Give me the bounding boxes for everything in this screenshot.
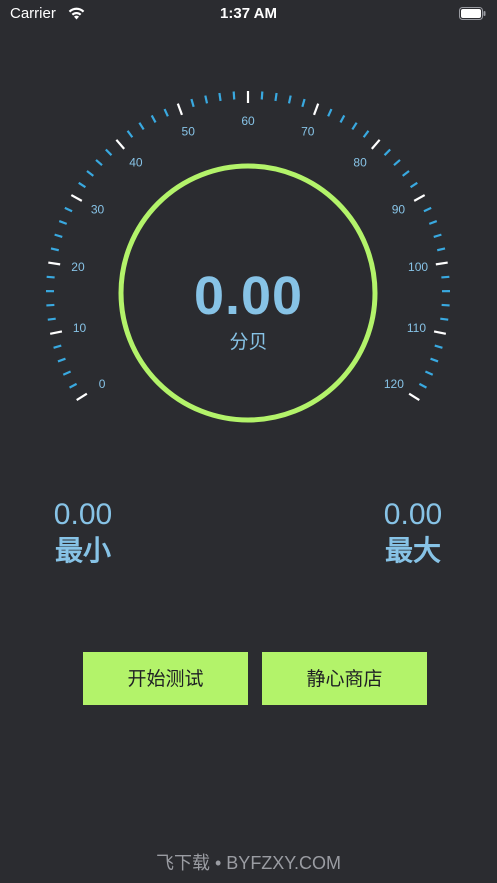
gauge-minor-tick [54,233,63,238]
gauge-major-tick [408,392,420,401]
gauge-minor-tick [58,220,68,225]
gauge-minor-tick [327,108,333,117]
decibel-unit: 分贝 [229,332,268,353]
gauge-minor-tick [351,122,358,131]
gauge-tick-label: 30 [91,203,105,217]
gauge-minor-tick [428,220,438,225]
min-stat: 0.00 最小 [45,497,121,569]
gauge-tick-label: 60 [241,114,255,128]
gauge-minor-tick [362,130,370,138]
gauge-major-tick [76,392,88,401]
gauge-minor-tick [274,92,278,102]
decibel-gauge: 0102030405060708090100110120 [45,91,451,423]
max-stat: 0.00 最大 [375,497,451,569]
gauge-minor-tick [218,92,222,102]
gauge-minor-tick [50,247,60,252]
gauge-tick-label: 120 [384,377,404,391]
gauge-minor-tick [339,114,346,123]
gauge-minor-tick [383,148,391,156]
gauge-minor-tick [424,370,434,376]
gauge-minor-tick [64,206,73,213]
max-label: 最大 [384,535,441,566]
gauge-tick-label: 70 [301,125,315,139]
gauge-minor-tick [423,206,432,213]
gauge-major-tick [115,139,126,150]
gauge-major-tick [413,194,426,202]
gauge-minor-tick [204,95,209,104]
gauge-major-tick [312,103,320,116]
watermark: 飞下载 • BYFZXY.COM [156,853,341,873]
gauge-minor-tick [105,148,113,156]
gauge-minor-tick [301,98,306,108]
gauge-minor-tick [86,170,95,177]
gauge-tick-label: 40 [129,156,143,170]
gauge-minor-tick [163,108,169,117]
gauge-minor-tick [95,159,103,167]
gauge-minor-tick [190,98,195,108]
gauge-minor-tick [69,382,78,389]
gauge-minor-tick [260,91,264,100]
max-value: 0.00 [383,498,443,531]
gauge-minor-tick [126,130,134,138]
calm-store-button[interactable]: 静心商店 [262,652,427,705]
gauge-major-tick [176,103,184,116]
min-label: 最小 [54,535,111,566]
gauge-minor-tick [393,159,401,167]
gauge-minor-tick [62,370,72,376]
gauge-minor-tick [418,382,427,389]
gauge-tick-label: 0 [99,377,106,391]
gauge-minor-tick [150,114,157,123]
decibel-reading: 0.00 [193,266,304,326]
gauge-major-tick [370,139,381,150]
gauge-minor-tick [409,181,418,189]
clock-label: 1:37 AM [220,5,277,22]
gauge-minor-tick [436,247,446,252]
gauge-minor-tick [78,181,87,189]
status-bar: Carrier 1:37 AM [0,0,497,28]
gauge-minor-tick [57,357,66,363]
gauge-minor-tick [401,170,410,177]
gauge-minor-tick [430,357,439,363]
gauge-major-tick [70,194,83,202]
gauge-minor-tick [232,91,236,100]
start-test-button[interactable]: 开始测试 [83,652,248,705]
gauge-minor-tick [287,95,292,104]
gauge-minor-tick [433,233,442,238]
gauge-tick-label: 50 [182,125,196,139]
gauge-minor-tick [138,122,145,131]
gauge-tick-label: 90 [392,203,406,217]
battery-icon [459,7,486,20]
min-value: 0.00 [53,498,113,531]
gauge-tick-label: 80 [353,156,367,170]
